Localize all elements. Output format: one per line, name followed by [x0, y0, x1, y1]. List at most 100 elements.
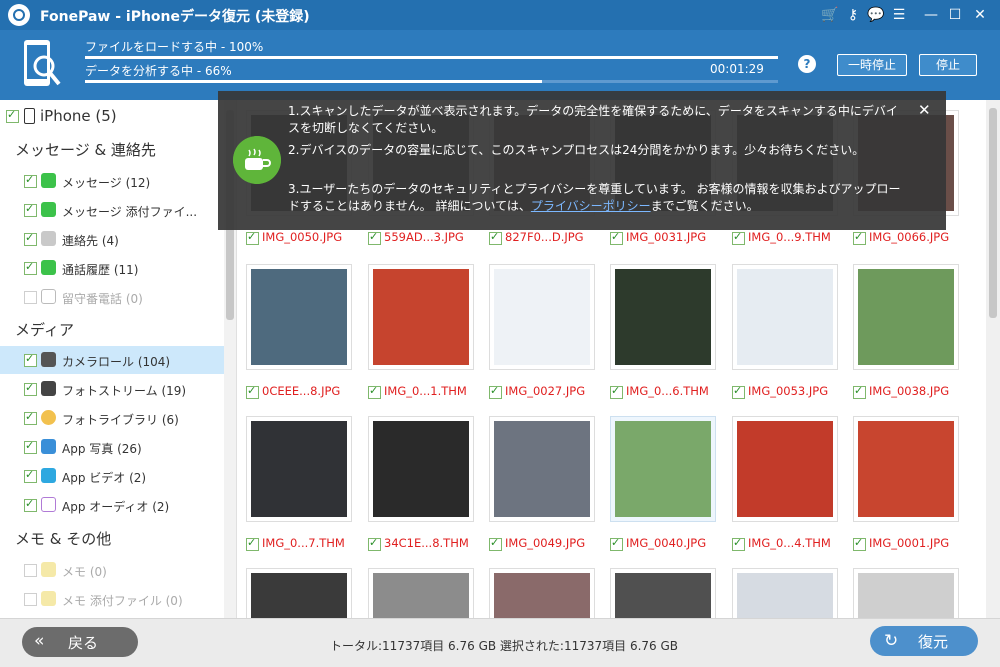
sidebar-item-app-photos[interactable]: App 写真 (26) — [0, 433, 224, 461]
photo-caption[interactable]: IMG_0038.JPG — [853, 383, 971, 401]
photo-checkbox[interactable] — [246, 230, 259, 245]
photo-caption[interactable]: 34C1E...8.THM — [368, 535, 486, 553]
checkbox[interactable] — [24, 260, 37, 275]
photo-tile[interactable] — [489, 416, 595, 522]
photo-checkbox[interactable] — [732, 384, 745, 399]
photo-tile[interactable] — [610, 568, 716, 618]
photo-checkbox[interactable] — [368, 230, 381, 245]
sidebar-item-photo-library[interactable]: フォトライブラリ (6) — [0, 404, 224, 432]
checkbox[interactable] — [24, 381, 37, 396]
photo-checkbox[interactable] — [489, 230, 502, 245]
photo-thumbnail[interactable] — [858, 269, 954, 365]
sidebar-item-messages[interactable]: メッセージ (12) — [0, 167, 224, 195]
tip-close-icon[interactable]: ✕ — [918, 101, 931, 119]
photo-tile[interactable] — [368, 416, 474, 522]
checkbox[interactable] — [24, 352, 37, 367]
chat-icon[interactable]: 💬 — [866, 5, 886, 25]
maximize-icon[interactable]: ☐ — [945, 5, 965, 25]
photo-thumbnail[interactable] — [737, 421, 833, 517]
photo-checkbox[interactable] — [368, 384, 381, 399]
checkbox[interactable] — [24, 173, 37, 188]
grid-scroll-thumb[interactable] — [989, 108, 997, 318]
stop-button[interactable]: 停止 — [919, 54, 977, 76]
photo-tile[interactable] — [853, 264, 959, 370]
grid-scrollbar[interactable] — [986, 100, 1000, 618]
photo-caption[interactable]: IMG_0...1.THM — [368, 383, 486, 401]
photo-checkbox[interactable] — [489, 384, 502, 399]
photo-thumbnail[interactable] — [737, 573, 833, 618]
photo-tile[interactable] — [489, 264, 595, 370]
photo-checkbox[interactable] — [610, 536, 623, 551]
photo-thumbnail[interactable] — [858, 573, 954, 618]
photo-thumbnail[interactable] — [494, 573, 590, 618]
checkbox[interactable] — [24, 468, 37, 483]
photo-tile[interactable] — [246, 568, 352, 618]
photo-thumbnail[interactable] — [858, 421, 954, 517]
photo-checkbox[interactable] — [368, 536, 381, 551]
photo-thumbnail[interactable] — [373, 421, 469, 517]
photo-caption[interactable]: IMG_0027.JPG — [489, 383, 607, 401]
photo-thumbnail[interactable] — [373, 573, 469, 618]
photo-tile[interactable] — [610, 416, 716, 522]
checkbox[interactable] — [24, 231, 37, 246]
photo-checkbox[interactable] — [732, 536, 745, 551]
photo-thumbnail[interactable] — [494, 269, 590, 365]
photo-tile[interactable] — [610, 264, 716, 370]
photo-checkbox[interactable] — [610, 230, 623, 245]
cart-icon[interactable]: 🛒 — [820, 5, 840, 25]
photo-caption[interactable]: 559AD...3.JPG — [368, 229, 486, 247]
photo-caption[interactable]: IMG_0...6.THM — [610, 383, 728, 401]
device-checkbox[interactable] — [6, 108, 19, 123]
photo-tile[interactable] — [732, 416, 838, 522]
sidebar-item-message-attachments[interactable]: メッセージ 添付ファイ... — [0, 196, 224, 224]
photo-tile[interactable] — [732, 264, 838, 370]
photo-tile[interactable] — [853, 568, 959, 618]
photo-thumbnail[interactable] — [737, 269, 833, 365]
photo-thumbnail[interactable] — [251, 269, 347, 365]
minimize-icon[interactable]: — — [921, 5, 941, 25]
photo-thumbnail[interactable] — [251, 421, 347, 517]
photo-checkbox[interactable] — [610, 384, 623, 399]
photo-checkbox[interactable] — [853, 536, 866, 551]
photo-caption[interactable]: IMG_0066.JPG — [853, 229, 971, 247]
photo-tile[interactable] — [246, 416, 352, 522]
photo-caption[interactable]: IMG_0031.JPG — [610, 229, 728, 247]
restore-button[interactable]: ↻ 復元 — [870, 626, 978, 656]
back-button[interactable]: « 戻る — [22, 627, 138, 657]
photo-caption[interactable]: IMG_0040.JPG — [610, 535, 728, 553]
sidebar-item-contacts[interactable]: 連絡先 (4) — [0, 225, 224, 253]
photo-thumbnail[interactable] — [615, 269, 711, 365]
sidebar-item-app-video[interactable]: App ビデオ (2) — [0, 462, 224, 490]
checkbox[interactable] — [24, 497, 37, 512]
sidebar-item-photo-stream[interactable]: フォトストリーム (19) — [0, 375, 224, 403]
photo-tile[interactable] — [368, 264, 474, 370]
photo-thumbnail[interactable] — [373, 269, 469, 365]
photo-checkbox[interactable] — [853, 384, 866, 399]
sidebar-item-app-audio[interactable]: App オーディオ (2) — [0, 491, 224, 519]
photo-tile[interactable] — [732, 568, 838, 618]
checkbox[interactable] — [24, 439, 37, 454]
close-icon[interactable]: ✕ — [970, 5, 990, 25]
help-icon[interactable]: ? — [798, 55, 816, 73]
checkbox[interactable] — [24, 202, 37, 217]
photo-caption[interactable]: 0CEEE...8.JPG — [246, 383, 364, 401]
photo-caption[interactable]: IMG_0001.JPG — [853, 535, 971, 553]
photo-tile[interactable] — [853, 416, 959, 522]
sidebar-item-camera-roll[interactable]: カメラロール (104) — [0, 346, 224, 374]
feedback-icon[interactable]: ☰ — [889, 5, 909, 25]
photo-caption[interactable]: IMG_0049.JPG — [489, 535, 607, 553]
sidebar-item-call-history[interactable]: 通話履歴 (11) — [0, 254, 224, 282]
photo-caption[interactable]: IMG_0...4.THM — [732, 535, 850, 553]
device-row[interactable]: iPhone (5) — [0, 102, 224, 130]
photo-checkbox[interactable] — [246, 536, 259, 551]
photo-thumbnail[interactable] — [494, 421, 590, 517]
photo-thumbnail[interactable] — [251, 573, 347, 618]
photo-checkbox[interactable] — [732, 230, 745, 245]
photo-tile[interactable] — [489, 568, 595, 618]
pause-button[interactable]: 一時停止 — [837, 54, 907, 76]
key-icon[interactable]: ⚷ — [843, 5, 863, 25]
privacy-policy-link[interactable]: プライバシーポリシー — [531, 199, 651, 213]
photo-caption[interactable]: IMG_0...7.THM — [246, 535, 364, 553]
photo-thumbnail[interactable] — [615, 573, 711, 618]
photo-caption[interactable]: IMG_0...9.THM — [732, 229, 850, 247]
